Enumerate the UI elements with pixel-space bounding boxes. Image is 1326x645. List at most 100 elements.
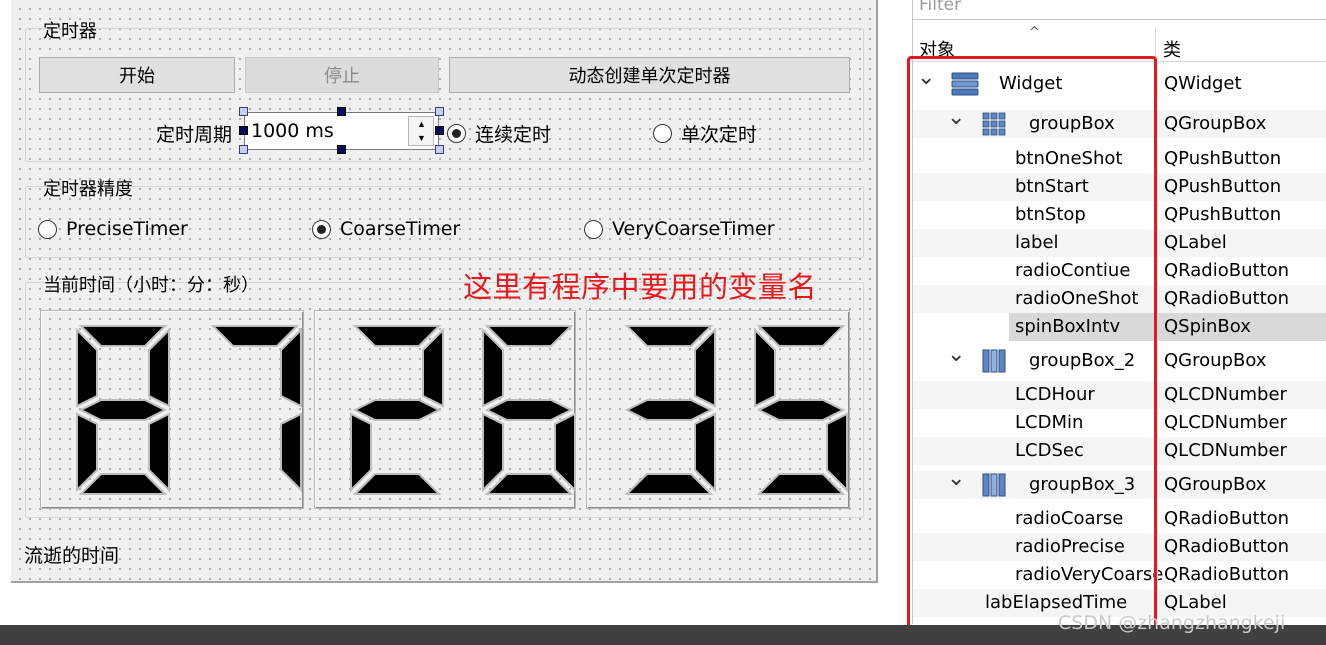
object-name: radioOneShot xyxy=(1015,288,1139,309)
selection-handle[interactable] xyxy=(337,145,346,154)
object-name: Widget xyxy=(999,73,1063,94)
object-class: QRadioButton xyxy=(1157,561,1326,589)
oneshot-button[interactable]: 动态创建单次定时器 xyxy=(449,57,850,93)
lcd-segment xyxy=(826,412,848,493)
lcd-segment xyxy=(694,327,716,408)
object-name: btnOneShot xyxy=(1015,148,1123,169)
expand-chevron-icon[interactable]: ⌄ xyxy=(947,465,965,493)
tree-row[interactable]: spinBoxIntv QSpinBox xyxy=(913,313,1326,341)
object-class: QGroupBox xyxy=(1157,110,1326,138)
radio-oneshot[interactable]: 单次定时 xyxy=(653,120,757,147)
lcd-segment xyxy=(78,473,168,495)
lcd-segment xyxy=(280,412,302,493)
radio-coarse[interactable]: CoarseTimer xyxy=(312,218,460,240)
object-class: QRadioButton xyxy=(1157,285,1326,313)
object-class: QSpinBox xyxy=(1157,313,1326,341)
object-class: QRadioButton xyxy=(1157,505,1326,533)
start-button[interactable]: 开始 xyxy=(39,57,235,93)
tree-row[interactable]: ⌄ groupBox QGroupBox xyxy=(913,105,1326,138)
lcd-segment xyxy=(210,325,300,347)
column-object[interactable]: 对象 xyxy=(919,36,955,62)
object-name: LCDMin xyxy=(1015,412,1084,433)
elapsed-time-label: 流逝的时间 xyxy=(24,545,120,567)
tree-row[interactable]: label QLabel xyxy=(913,229,1326,257)
tree-row[interactable]: radioOneShot QRadioButton xyxy=(913,285,1326,313)
hbox-layout-icon xyxy=(981,348,1007,379)
radio-precise[interactable]: PreciseTimer xyxy=(38,218,188,240)
selection-handle[interactable] xyxy=(435,126,444,135)
lcd-segment xyxy=(78,325,168,347)
object-name: btnStop xyxy=(1015,204,1086,225)
lcd-digit xyxy=(482,325,576,495)
radio-continuous-label: 连续定时 xyxy=(475,124,552,146)
selection-handle[interactable] xyxy=(435,107,444,116)
object-class: QPushButton xyxy=(1157,201,1326,229)
object-name: radioPrecise xyxy=(1015,536,1125,557)
spin-up-icon[interactable]: ▲ xyxy=(417,119,426,129)
object-class: QWidget xyxy=(1157,70,1326,98)
lcd-hour xyxy=(40,310,304,509)
column-class[interactable]: 类 xyxy=(1163,36,1181,62)
expand-chevron-icon[interactable]: ⌄ xyxy=(947,341,965,369)
tree-row[interactable]: ⌄ groupBox_3 QGroupBox xyxy=(913,466,1326,499)
lcd-segment xyxy=(484,473,574,495)
tree-row[interactable]: btnStart QPushButton xyxy=(913,173,1326,201)
lcd-second xyxy=(586,310,850,509)
grid-layout-icon xyxy=(981,111,1007,142)
expand-chevron-icon[interactable]: ⌄ xyxy=(947,104,965,132)
object-class: QRadioButton xyxy=(1157,533,1326,561)
tree-row[interactable]: btnStop QPushButton xyxy=(913,201,1326,229)
lcd-segment xyxy=(554,412,576,493)
spinbox-arrows[interactable]: ▲ ▼ xyxy=(408,116,434,146)
tree-row[interactable]: LCDMin QLCDNumber xyxy=(913,409,1326,437)
group-timer-title: 定时器 xyxy=(43,21,97,42)
selection-handle[interactable] xyxy=(239,145,248,154)
group-precision-title: 定时器精度 xyxy=(43,179,133,200)
lcd-segment xyxy=(78,399,168,421)
selection-handle[interactable] xyxy=(239,107,248,116)
lcd-segment xyxy=(694,412,716,493)
tree-row[interactable]: radioVeryCoarse QRadioButton xyxy=(913,561,1326,589)
object-name: groupBox_3 xyxy=(1029,474,1136,495)
object-inspector: Filter ^ 对象 类 ⌄ Widget QWidget ⌄ groupBox QGr… xyxy=(912,0,1326,624)
lcd-segment xyxy=(754,327,776,408)
stop-button[interactable]: 停止 xyxy=(245,57,439,93)
tree-row[interactable]: radioCoarse QRadioButton xyxy=(913,505,1326,533)
lcd-segment xyxy=(148,412,170,493)
selection-handle[interactable] xyxy=(435,145,444,154)
object-name: btnStart xyxy=(1015,176,1089,197)
hbox-layout-icon xyxy=(981,472,1007,503)
radio-continuous[interactable]: 连续定时 xyxy=(447,120,551,147)
lcd-segment xyxy=(482,327,504,408)
filter-input[interactable]: Filter xyxy=(913,0,1326,20)
object-name: groupBox xyxy=(1029,113,1115,134)
lcd-segment xyxy=(624,399,714,421)
tree-row[interactable]: btnOneShot QPushButton xyxy=(913,145,1326,173)
selection-handle[interactable] xyxy=(239,126,248,135)
object-class: QLCDNumber xyxy=(1157,381,1326,409)
expand-chevron-icon[interactable]: ⌄ xyxy=(917,64,935,92)
lcd-segment xyxy=(624,325,714,347)
spin-down-icon[interactable]: ▼ xyxy=(417,133,426,143)
lcd-segment xyxy=(350,412,372,493)
tree-row[interactable]: LCDHour QLCDNumber xyxy=(913,381,1326,409)
object-name: radioContiue xyxy=(1015,260,1131,281)
tree-row[interactable]: radioPrecise QRadioButton xyxy=(913,533,1326,561)
lcd-digit xyxy=(76,325,170,495)
lcd-segment xyxy=(484,399,574,421)
radio-verycoarse[interactable]: VeryCoarseTimer xyxy=(584,218,775,240)
radio-coarse-label: CoarseTimer xyxy=(340,218,461,240)
tree-row[interactable]: ⌄ Widget QWidget xyxy=(913,65,1326,98)
lcd-segment xyxy=(624,473,714,495)
group-time-title: 当前时间（小时：分：秒） xyxy=(43,275,259,296)
radio-unchecked-icon xyxy=(584,219,603,239)
sort-ascending-icon[interactable]: ^ xyxy=(1029,25,1040,40)
lcd-digit xyxy=(754,325,848,495)
lcd-segment xyxy=(484,325,574,347)
tree-row[interactable]: ⌄ groupBox_2 QGroupBox xyxy=(913,342,1326,375)
lcd-digit xyxy=(210,325,302,493)
selection-handle[interactable] xyxy=(337,107,346,116)
tree-row[interactable]: LCDSec QLCDNumber xyxy=(913,437,1326,465)
tree-row[interactable]: radioContiue QRadioButton xyxy=(913,257,1326,285)
period-label: 定时周期 xyxy=(156,124,233,146)
